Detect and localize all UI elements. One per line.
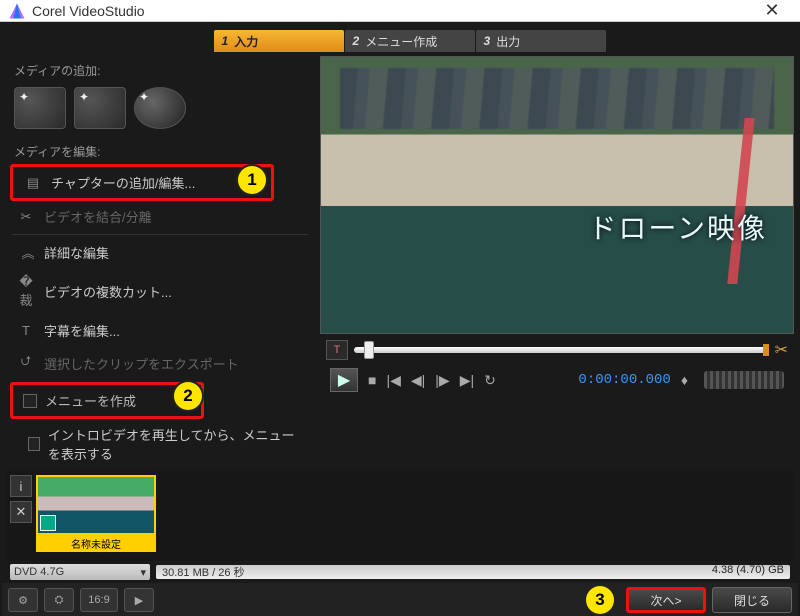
- multicut-item[interactable]: �裁 ビデオの複数カット...: [6, 268, 314, 315]
- add-media-label: メディアの追加:: [14, 62, 310, 79]
- create-menu-label: メニューを作成: [45, 391, 136, 410]
- info-button[interactable]: i: [10, 475, 32, 497]
- window-title: Corel VideoStudio: [32, 3, 752, 19]
- multicut-icon: �裁: [16, 274, 36, 309]
- split-icon[interactable]: ✂: [775, 340, 788, 360]
- scissors-icon: ✂: [16, 209, 36, 225]
- advanced-toggle[interactable]: ︽ 詳細な編集: [6, 237, 314, 268]
- subtitles-label: 字幕を編集...: [44, 321, 120, 340]
- edit-media-label: メディアを編集:: [14, 143, 310, 160]
- title-safe-icon[interactable]: T: [326, 340, 348, 360]
- stop-button[interactable]: ■: [368, 372, 376, 388]
- close-button[interactable]: ✕: [752, 0, 792, 21]
- prev-clip-button[interactable]: |◀: [386, 372, 400, 389]
- jog-wheel[interactable]: [704, 371, 784, 389]
- capacity-total: 4.38 (4.70) GB: [712, 565, 784, 576]
- export-icon: ⮍: [16, 352, 36, 374]
- add-disc-button[interactable]: [134, 87, 186, 129]
- step-fwd-button[interactable]: |▶: [435, 372, 449, 389]
- subtitle-icon: T: [16, 323, 36, 338]
- step-back-button[interactable]: ◀|: [411, 372, 425, 389]
- create-menu-checkbox-row[interactable]: メニューを作成: [13, 385, 201, 416]
- preview-watermark: ドローン映像: [588, 207, 767, 247]
- clip-strip: i ✕ 名称未設定: [6, 471, 794, 561]
- preview-play-button[interactable]: ▶: [124, 588, 154, 612]
- create-menu-checkbox[interactable]: [23, 394, 37, 408]
- aspect-169-button[interactable]: 16:9: [80, 588, 118, 612]
- export-clip-label: 選択したクリップをエクスポート: [44, 354, 239, 373]
- play-button[interactable]: ▶: [330, 368, 358, 392]
- join-split-item: ✂ ビデオを結合/分離: [6, 201, 314, 232]
- step-output[interactable]: 3出力: [476, 30, 606, 52]
- chapter-edit-item[interactable]: ▤ チャプターの追加/編集...: [13, 167, 271, 198]
- scrub-track[interactable]: [354, 347, 769, 353]
- settings-project-button[interactable]: ⛭: [44, 588, 74, 612]
- subtitles-item[interactable]: T 字幕を編集...: [6, 315, 314, 346]
- intro-then-menu-row[interactable]: イントロビデオを再生してから、メニューを表示する: [6, 419, 314, 469]
- add-video-button[interactable]: [14, 87, 66, 129]
- remove-clip-button[interactable]: ✕: [10, 501, 32, 523]
- next-button[interactable]: 次へ>: [626, 587, 706, 613]
- close-dialog-button[interactable]: 閉じる: [712, 587, 792, 613]
- step-menu[interactable]: 2メニュー作成: [345, 30, 475, 52]
- clip-caption: 名称未設定: [36, 535, 156, 552]
- advanced-label: 詳細な編集: [44, 243, 109, 262]
- step-input[interactable]: 1入力: [214, 30, 344, 52]
- collapse-icon: ︽: [16, 243, 36, 262]
- chapter-edit-label: チャプターの追加/編集...: [51, 173, 195, 192]
- timecode-stepper[interactable]: ♦: [681, 372, 688, 388]
- wizard-steps: 1入力 2メニュー作成 3出力: [2, 26, 798, 52]
- intro-label: イントロビデオを再生してから、メニューを表示する: [48, 425, 304, 463]
- scrub-thumb[interactable]: [364, 341, 374, 359]
- annotation-badge-1: 1: [238, 166, 266, 194]
- titlebar: Corel VideoStudio ✕: [0, 0, 800, 22]
- multicut-label: ビデオの複数カット...: [44, 282, 172, 301]
- timecode: 0:00:00.000: [578, 372, 670, 388]
- preview-pane: ドローン映像: [320, 56, 794, 334]
- disc-type-select[interactable]: DVD 4.7G▾: [10, 564, 150, 580]
- capacity-meter: 30.81 MB / 26 秒 4.38 (4.70) GB: [156, 565, 790, 579]
- annotation-badge-2: 2: [174, 382, 202, 410]
- next-clip-button[interactable]: ▶|: [460, 372, 474, 389]
- export-clip-item: ⮍ 選択したクリップをエクスポート: [6, 346, 314, 380]
- clip-thumbnail[interactable]: 名称未設定: [36, 475, 156, 552]
- app-logo-icon: [8, 2, 26, 20]
- join-split-label: ビデオを結合/分離: [44, 207, 152, 226]
- intro-checkbox[interactable]: [28, 437, 40, 451]
- repeat-button[interactable]: ↻: [484, 372, 496, 389]
- capacity-used: 30.81 MB / 26 秒: [162, 565, 245, 579]
- add-vsp-button[interactable]: [74, 87, 126, 129]
- chapter-icon: ▤: [23, 175, 43, 191]
- annotation-badge-3: 3: [586, 586, 614, 614]
- settings-burn-button[interactable]: ⚙: [8, 588, 38, 612]
